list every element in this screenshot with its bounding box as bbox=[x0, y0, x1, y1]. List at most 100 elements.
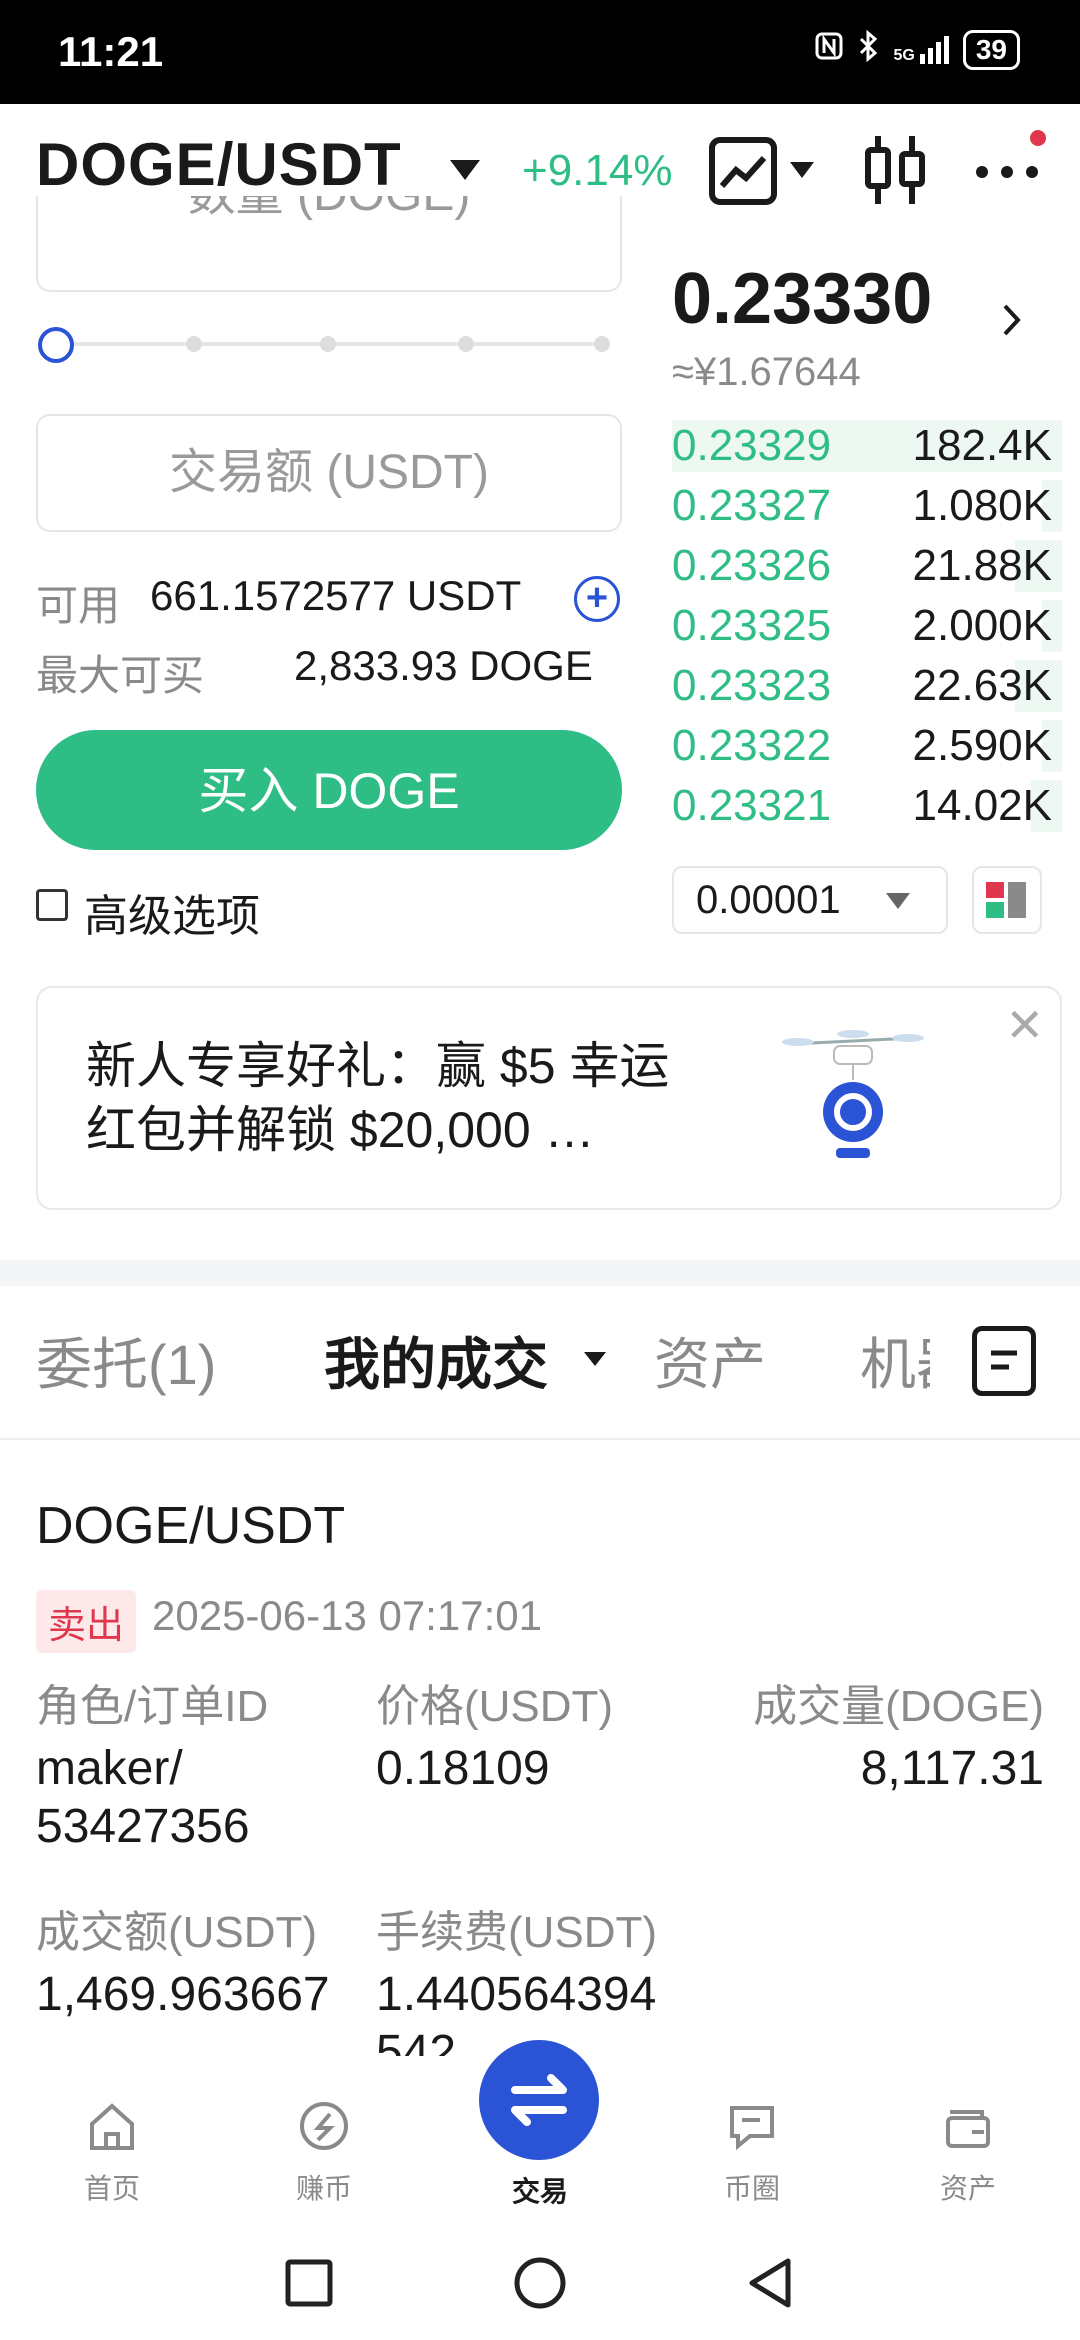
orderbook-row[interactable]: 0.23321 14.02K bbox=[672, 776, 1062, 836]
nfc-icon bbox=[814, 31, 844, 69]
slider-step[interactable] bbox=[594, 336, 610, 352]
role-value: maker/ 53427356 bbox=[36, 1742, 250, 1853]
max-buy-label: 最大可买 bbox=[36, 652, 205, 699]
more-icon[interactable] bbox=[972, 162, 1042, 187]
amount-input[interactable]: 交易额 (USDT) bbox=[36, 414, 622, 532]
network-label: 5G bbox=[893, 47, 915, 64]
section-separator bbox=[0, 1260, 1080, 1286]
slider-knob[interactable] bbox=[38, 327, 74, 363]
orderbook-row[interactable]: 0.23322 2.590K bbox=[672, 716, 1062, 776]
chevron-down-icon[interactable] bbox=[790, 162, 814, 178]
nav-community-label: 币圈 bbox=[723, 2173, 780, 2204]
promo-text: 新人专享好礼：赢 $5 幸运红包并解锁 $20,000 … bbox=[86, 1038, 670, 1158]
back-icon[interactable] bbox=[744, 2256, 794, 2315]
price-value: 0.18109 bbox=[376, 1742, 550, 1795]
nav-earn[interactable]: 赚币 bbox=[254, 2098, 394, 2207]
status-icons: 5G 39 bbox=[814, 29, 1020, 70]
nav-community[interactable]: 币圈 bbox=[682, 2098, 822, 2207]
nav-assets-label: 资产 bbox=[939, 2173, 996, 2204]
bid-price: 0.23329 bbox=[672, 421, 832, 470]
home-icon bbox=[42, 2098, 182, 2161]
document-icon[interactable] bbox=[972, 1326, 1036, 1396]
bid-qty: 1.080K bbox=[912, 481, 1052, 530]
nav-earn-label: 赚币 bbox=[295, 2173, 352, 2204]
status-time: 11:21 bbox=[58, 28, 164, 75]
amount-placeholder: 交易额 (USDT) bbox=[169, 446, 489, 499]
tab-my-trades[interactable]: 我的成交 bbox=[324, 1320, 548, 1401]
promo-banner[interactable]: 新人专享好礼：赢 $5 幸运红包并解锁 $20,000 … ✕ bbox=[36, 986, 1062, 1210]
orderbook-bids: 0.23329 182.4K 0.23327 1.080K 0.23326 21.88K 0… bbox=[672, 416, 1062, 836]
bid-qty: 22.63K bbox=[912, 661, 1052, 710]
bid-price: 0.23325 bbox=[672, 601, 832, 650]
caret-down-icon[interactable] bbox=[886, 893, 910, 909]
notification-dot bbox=[1030, 130, 1046, 146]
role-label: 角色/订单ID bbox=[36, 1682, 269, 1731]
volume-label: 成交量(DOGE) bbox=[753, 1682, 1044, 1731]
candlestick-icon[interactable] bbox=[860, 132, 930, 213]
advanced-options-checkbox[interactable] bbox=[36, 889, 68, 921]
swap-icon bbox=[511, 2074, 567, 2126]
available-value: 661.1572577 USDT bbox=[150, 572, 522, 619]
approx-price: ≈¥1.67644 bbox=[672, 350, 861, 394]
volume-value: 8,117.31 bbox=[860, 1742, 1044, 1795]
available-label: 可用 bbox=[36, 582, 121, 629]
quantity-input[interactable]: 数量 (DOGE) bbox=[36, 196, 622, 292]
caret-down-icon[interactable] bbox=[584, 1352, 606, 1366]
home-circle-icon[interactable] bbox=[513, 2256, 567, 2315]
nav-home[interactable]: 首页 bbox=[42, 2098, 182, 2207]
bid-price: 0.23323 bbox=[672, 661, 832, 710]
wallet-icon bbox=[898, 2098, 1038, 2161]
tab-bots[interactable]: 机器 bbox=[860, 1320, 930, 1401]
orderbook-row[interactable]: 0.23325 2.000K bbox=[672, 596, 1062, 656]
bid-qty: 182.4K bbox=[912, 421, 1052, 470]
bid-qty: 14.02K bbox=[912, 781, 1052, 830]
turnover-label: 成交额(USDT) bbox=[36, 1908, 318, 1957]
trade-time: 2025-06-13 07:17:01 bbox=[152, 1592, 542, 1639]
tab-divider bbox=[0, 1438, 1080, 1440]
drone-gift-illustration bbox=[778, 1024, 928, 1179]
trade-pair: DOGE/USDT bbox=[36, 1497, 346, 1555]
orderbook-row[interactable]: 0.23329 182.4K bbox=[672, 416, 1062, 476]
last-price: 0.23330 bbox=[672, 259, 933, 339]
bid-qty: 2.590K bbox=[912, 721, 1052, 770]
orderbook-row[interactable]: 0.23323 22.63K bbox=[672, 656, 1062, 716]
bid-qty: 21.88K bbox=[912, 541, 1052, 590]
nav-home-label: 首页 bbox=[83, 2173, 140, 2204]
earn-icon bbox=[254, 2098, 394, 2161]
slider-step[interactable] bbox=[186, 336, 202, 352]
price-change: +9.14% bbox=[522, 146, 673, 195]
buy-button[interactable]: 买入 DOGE bbox=[36, 730, 622, 850]
pair-selector[interactable]: DOGE/USDT bbox=[36, 130, 402, 199]
tab-assets[interactable]: 资产 bbox=[654, 1320, 766, 1401]
slider-step[interactable] bbox=[320, 336, 336, 352]
price-label: 价格(USDT) bbox=[376, 1682, 614, 1731]
orderbook-row[interactable]: 0.23326 21.88K bbox=[672, 536, 1062, 596]
chart-trend-icon[interactable] bbox=[708, 136, 778, 211]
recents-icon[interactable] bbox=[284, 2258, 334, 2313]
nav-trade-label[interactable]: 交易 bbox=[470, 2170, 610, 2210]
chevron-right-icon[interactable] bbox=[1000, 300, 1024, 345]
advanced-options-label[interactable]: 高级选项 bbox=[84, 880, 260, 944]
chat-icon bbox=[682, 2098, 822, 2161]
battery-indicator: 39 bbox=[962, 30, 1020, 70]
orderbook-row[interactable]: 0.23327 1.080K bbox=[672, 476, 1062, 536]
slider-step[interactable] bbox=[458, 336, 474, 352]
caret-down-icon[interactable] bbox=[450, 160, 480, 180]
bluetooth-icon bbox=[858, 29, 880, 70]
trade-button[interactable] bbox=[479, 2040, 599, 2160]
max-buy-value: 2,833.93 DOGE bbox=[294, 642, 593, 689]
bid-qty: 2.000K bbox=[912, 601, 1052, 650]
tab-orders[interactable]: 委托(1) bbox=[36, 1320, 216, 1401]
close-icon[interactable]: ✕ bbox=[1005, 998, 1044, 1052]
bid-price: 0.23326 bbox=[672, 541, 832, 590]
side-badge: 卖出 bbox=[36, 1590, 137, 1653]
nav-assets[interactable]: 资产 bbox=[898, 2098, 1038, 2207]
orderbook-layout-icon[interactable] bbox=[972, 866, 1042, 934]
signal-icon: 5G bbox=[894, 36, 949, 64]
bid-price: 0.23322 bbox=[672, 721, 832, 770]
bid-price: 0.23327 bbox=[672, 481, 832, 530]
add-funds-icon[interactable]: + bbox=[574, 576, 620, 622]
quantity-placeholder: 数量 (DOGE) bbox=[188, 196, 471, 221]
turnover-value: 1,469.963667 bbox=[36, 1968, 330, 2021]
precision-value: 0.00001 bbox=[696, 878, 841, 922]
